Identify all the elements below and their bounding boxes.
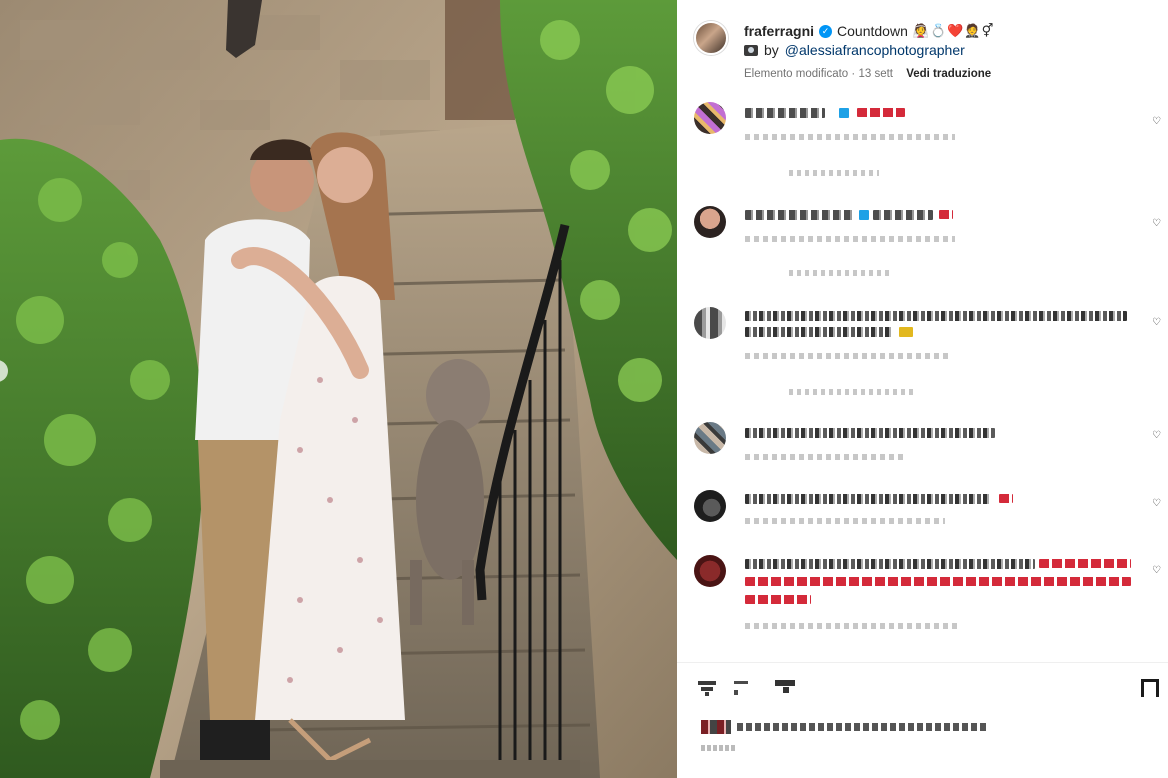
comment-meta-pixelated [745,236,955,242]
commenter-avatar[interactable] [694,206,726,238]
comment-text-pixelated [745,311,1127,321]
heart-icon[interactable] [697,678,717,698]
liked-by-summary[interactable] [701,718,1001,738]
post-meta: Elemento modificato · 13 sett Vedi tradu… [744,68,991,80]
view-replies-pixelated[interactable] [789,170,879,176]
comment-heart-pixelated [939,210,953,219]
groom-emoji: 🤵 [964,23,981,38]
post-header: fraferragni ✓ Countdown 👰 💍 ❤️ 🤵 ⚥ by @a… [677,0,1168,90]
comment-heart-pixelated [999,494,1013,503]
comment-like-heart-icon[interactable]: ♡ [1152,117,1161,127]
author-username[interactable]: fraferragni [744,23,814,39]
credit-line: by @alessiafrancophotographer [744,42,965,58]
comment-item: ♡ [677,486,1168,536]
view-replies-pixelated[interactable] [789,389,917,395]
comment-text-pixelated [745,559,1035,569]
comment-hearts-pixelated [1039,559,1131,568]
comment-item: ♡ [677,305,1168,405]
commenter-avatar[interactable] [694,490,726,522]
post-side-panel: fraferragni ✓ Countdown 👰 💍 ❤️ 🤵 ⚥ by @a… [677,0,1168,778]
caption-text: Countdown [837,23,908,39]
verified-badge-icon: ✓ [819,24,833,38]
comment-like-heart-icon[interactable]: ♡ [1152,499,1161,509]
comment-emoji-pixelated [859,210,869,220]
comment-item: ♡ [677,98,1168,188]
comment-item: ♡ [677,420,1168,475]
author-avatar[interactable] [694,21,728,55]
comment-like-heart-icon[interactable]: ♡ [1152,219,1161,229]
comment-item: ♡ [677,553,1168,643]
comment-meta-pixelated [745,353,949,359]
post-date-pixelated [701,745,737,751]
comment-meta-pixelated [745,518,945,524]
comment-item: ♡ [677,200,1168,285]
ring-emoji: 💍 [930,23,947,38]
meta-separator: · [851,68,856,80]
comment-text-pixelated [745,210,855,220]
comment-text-pixelated [745,428,995,438]
actions-divider [677,662,1168,663]
caption-emojis: 👰 💍 ❤️ 🤵 ⚥ [913,23,994,39]
comment-text-pixelated [745,494,991,504]
comment-like-heart-icon[interactable]: ♡ [1152,431,1161,441]
edited-label: Elemento modificato [744,68,849,80]
camera-icon [744,44,758,56]
post-time[interactable]: 13 sett [858,68,893,80]
share-icon[interactable] [775,678,795,698]
commenter-avatar[interactable] [694,422,726,454]
caption-line: fraferragni ✓ Countdown 👰 💍 ❤️ 🤵 ⚥ [744,23,993,39]
post-photo[interactable] [0,0,677,778]
comment-meta-pixelated [745,623,957,629]
comment-hearts-pixelated [745,595,811,604]
post-actions-bar [677,670,1168,710]
comment-meta-pixelated [745,134,955,140]
comment-text-pixelated [873,210,933,220]
comment-like-heart-icon[interactable]: ♡ [1152,566,1161,576]
comment-hearts-pixelated [857,108,905,117]
comment-like-heart-icon[interactable]: ♡ [1152,318,1161,328]
credit-prefix: by [764,42,779,58]
view-replies-pixelated[interactable] [789,270,893,276]
comment-icon[interactable] [732,678,752,698]
see-translation-link[interactable]: Vedi traduzione [906,68,991,80]
comment-hearts-pixelated [745,577,1131,586]
gender-symbol-emoji: ⚥ [981,23,994,38]
red-heart-emoji: ❤️ [947,23,964,38]
photo-illustration [0,0,677,778]
liked-by-text-pixelated [737,723,987,731]
bookmark-icon[interactable] [1140,678,1160,698]
comment-text-pixelated [745,108,825,118]
commenter-avatar[interactable] [694,555,726,587]
comment-meta-pixelated [745,454,907,460]
comment-text-pixelated [745,327,893,337]
photographer-mention-link[interactable]: @alessiafrancophotographer [785,42,965,58]
comment-emoji-pixelated [839,108,849,118]
comment-emoji-pixelated [899,327,913,337]
liked-by-avatars-pixelated [701,720,731,734]
commenter-avatar[interactable] [694,102,726,134]
bride-emoji: 👰 [912,23,930,38]
commenter-avatar[interactable] [694,307,726,339]
